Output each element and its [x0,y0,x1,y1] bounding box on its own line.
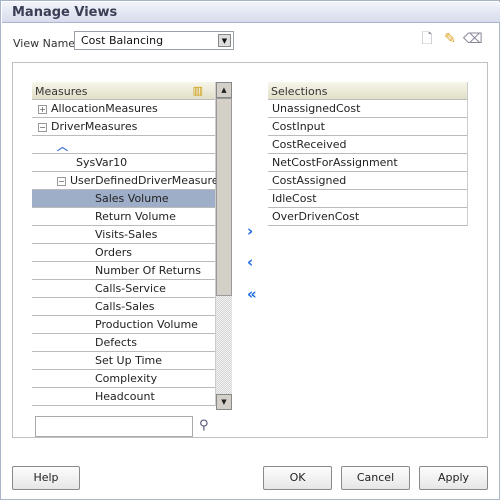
measure-label: Sales Volume [95,192,169,205]
edit-pencil-icon[interactable]: ✎ [441,30,459,48]
search-icon[interactable]: ⚲ [199,418,209,433]
measure-row[interactable]: Return Volume [32,208,215,226]
view-name-label: View Name [13,37,76,50]
selections-header: Selections [268,82,467,100]
dialog-title: Manage Views [2,2,500,23]
measure-row[interactable]: Headcount [32,388,215,406]
up-chevron-icon[interactable]: ︿ [57,140,68,153]
selection-row[interactable]: UnassignedCost [268,100,467,118]
measure-label: Complexity [95,372,158,385]
selection-row[interactable]: OverDrivenCost [268,208,467,226]
move-all-left-icon[interactable]: « [247,285,257,303]
selection-row[interactable]: CostReceived [268,136,467,154]
measures-list: Measures ▥ + AllocationMeasures − DriverMeas… [32,82,224,406]
measure-label: Headcount [95,390,155,403]
measure-row[interactable]: Calls-Sales [32,298,215,316]
measure-row[interactable]: − DriverMeasures [32,118,215,136]
measure-label: UserDefinedDriverMeasures [70,174,225,187]
view-name-select[interactable]: Cost Balancing ▼ [74,31,234,50]
collapse-icon[interactable]: − [38,122,47,132]
scroll-thumb[interactable] [216,98,232,296]
measure-row[interactable]: Production Volume [32,316,215,334]
measure-label: Number Of Returns [95,264,201,277]
measure-label: AllocationMeasures [51,102,158,115]
column-chooser-icon[interactable]: ▥ [193,84,203,97]
measure-label: Orders [95,246,132,259]
clear-icon[interactable]: ⌫ [463,30,483,48]
scroll-down-icon[interactable]: ▼ [216,394,232,410]
selection-row[interactable]: IdleCost [268,190,467,208]
scroll-up-icon[interactable]: ▲ [216,82,232,98]
measure-label: Calls-Service [95,282,166,295]
measure-row[interactable]: Orders [32,244,215,262]
measure-label: SysVar10 [76,156,128,169]
new-document-icon[interactable]: 🗋 [418,30,436,48]
measure-row[interactable]: ︿ [32,136,215,154]
move-right-icon[interactable]: › [247,222,253,240]
measure-row[interactable]: + AllocationMeasures [32,100,215,118]
selections-list: Selections UnassignedCost CostInput CostRe… [268,82,468,226]
expand-icon[interactable]: + [38,104,47,114]
measure-row[interactable]: − UserDefinedDriverMeasures [32,172,224,190]
measure-row[interactable]: Sales Volume [32,190,215,208]
measure-row[interactable]: Set Up Time [32,352,215,370]
selection-row[interactable]: CostAssigned [268,172,467,190]
measures-header: Measures ▥ [32,82,215,100]
help-button[interactable]: Help [12,466,80,490]
measure-row[interactable]: SysVar10 [32,154,215,172]
collapse-icon[interactable]: − [57,176,66,186]
apply-button[interactable]: Apply [419,466,488,490]
measure-label: Visits-Sales [95,228,158,241]
measure-row[interactable]: Visits-Sales [32,226,215,244]
chevron-down-icon[interactable]: ▼ [218,34,231,47]
measure-label: Defects [95,336,137,349]
measure-label: Return Volume [95,210,176,223]
measure-row[interactable]: Complexity [32,370,215,388]
view-name-value: Cost Balancing [81,34,164,47]
cancel-button[interactable]: Cancel [341,466,410,490]
measures-header-label: Measures [35,85,88,98]
move-left-icon[interactable]: ‹ [247,253,253,271]
measure-label: Calls-Sales [95,300,155,313]
measure-row[interactable]: Number Of Returns [32,262,215,280]
measure-row[interactable]: Calls-Service [32,280,215,298]
measure-label: DriverMeasures [51,120,138,133]
selection-row[interactable]: NetCostForAssignment [268,154,467,172]
ok-button[interactable]: OK [263,466,332,490]
measure-label: Production Volume [95,318,198,331]
selection-row[interactable]: CostInput [268,118,467,136]
search-input[interactable] [35,416,193,437]
measures-scrollbar[interactable]: ▲ ▼ [216,82,232,410]
measure-row[interactable]: Defects [32,334,215,352]
measure-label: Set Up Time [95,354,163,367]
